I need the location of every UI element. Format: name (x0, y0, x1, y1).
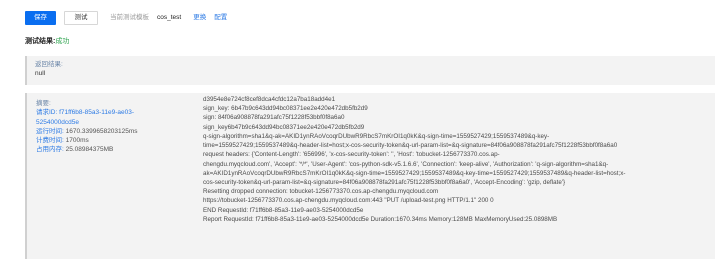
log-line: Resetting dropped connection: tobucket-1… (203, 188, 439, 196)
log-line: Report RequestId: f71ff6b8-85a3-11e9-ae0… (203, 215, 558, 223)
test-result-status: 成功 (55, 38, 70, 45)
log-line: ak=AKID1ynRAoVcoqrDUbwR9RbcS7mKrOI1q0kK&… (203, 169, 626, 177)
test-template-value: cos_test (157, 13, 182, 21)
log-line: d3954e8e724cf8cef8dca4cfdc12a7ba18add4e1 (203, 96, 336, 103)
return-result-panel: 返回结果: null (25, 56, 715, 85)
memory-used-value: 25.08984375MB (65, 146, 114, 154)
toolbar: 保存 测试 当前测试模板 cos_test 更换 配置 (25, 11, 227, 25)
run-time-label: 运行时间: (36, 127, 64, 135)
log-line: q-sign-algorithm=sha1&q-ak=AKID1ynRAoVco… (203, 132, 550, 140)
log-line: time=1559527429;1559537489&q-header-list… (203, 142, 618, 150)
summary-block: 摘要: 请求ID: f71ff6b8-85a3-11e9-ae03- 52540… (36, 99, 181, 155)
log-line: cos-security-token&q-url-param-list=&q-s… (203, 178, 566, 186)
log-line: sign: 84f06a908878fa291afc75f1228f53bbf0… (203, 114, 345, 122)
save-button[interactable]: 保存 (25, 11, 56, 25)
request-id-label: 请求ID: (36, 109, 58, 117)
change-template-link[interactable]: 更换 (193, 14, 206, 22)
log-output: d3954e8e724cf8cef8dca4cfdc12a7ba18add4e1… (203, 95, 713, 224)
test-result-label: 测试结果: (25, 38, 56, 45)
return-result-label: 返回结果: (35, 61, 63, 68)
request-id-value-continued: 5254000dcd5e (36, 118, 80, 126)
memory-used-label: 占用内存: (36, 146, 64, 154)
test-template-label: 当前测试模板 (110, 13, 149, 21)
request-id-value: f71ff6b8-85a3-11e9-ae03- (59, 109, 135, 117)
log-line: sign_key6b47b9c643dd94bc08371ee2e420e472… (203, 123, 365, 131)
log-line: END RequestId: f71ff6b8-85a3-11e9-ae03-5… (203, 206, 364, 214)
run-time-value: 1670.3399658203125ms (65, 127, 138, 135)
billed-time-value: 1700ms (65, 137, 89, 145)
log-line: sign_key: 6b47b9c643dd94bc08371ee2e420e4… (203, 105, 368, 113)
billed-time-label: 计费时间: (36, 137, 64, 145)
log-line: chengdu.myqcloud.com', 'Accept': '*/*', … (203, 160, 609, 168)
test-result-title: 测试结果:成功 (25, 38, 69, 45)
function-test-page: 保存 测试 当前测试模板 cos_test 更换 配置 测试结果:成功 返回结果… (0, 0, 720, 263)
log-panel: 摘要: 请求ID: f71ff6b8-85a3-11e9-ae03- 52540… (25, 93, 715, 259)
log-line: request headers: {'Content-Length': '656… (203, 151, 500, 159)
log-line: https://tobucket-1256773370.cos.ap-cheng… (203, 197, 494, 205)
summary-title: 摘要: (36, 100, 51, 107)
test-button[interactable]: 测试 (64, 11, 98, 25)
return-result-value: null (35, 70, 46, 77)
config-template-link[interactable]: 配置 (214, 14, 227, 22)
